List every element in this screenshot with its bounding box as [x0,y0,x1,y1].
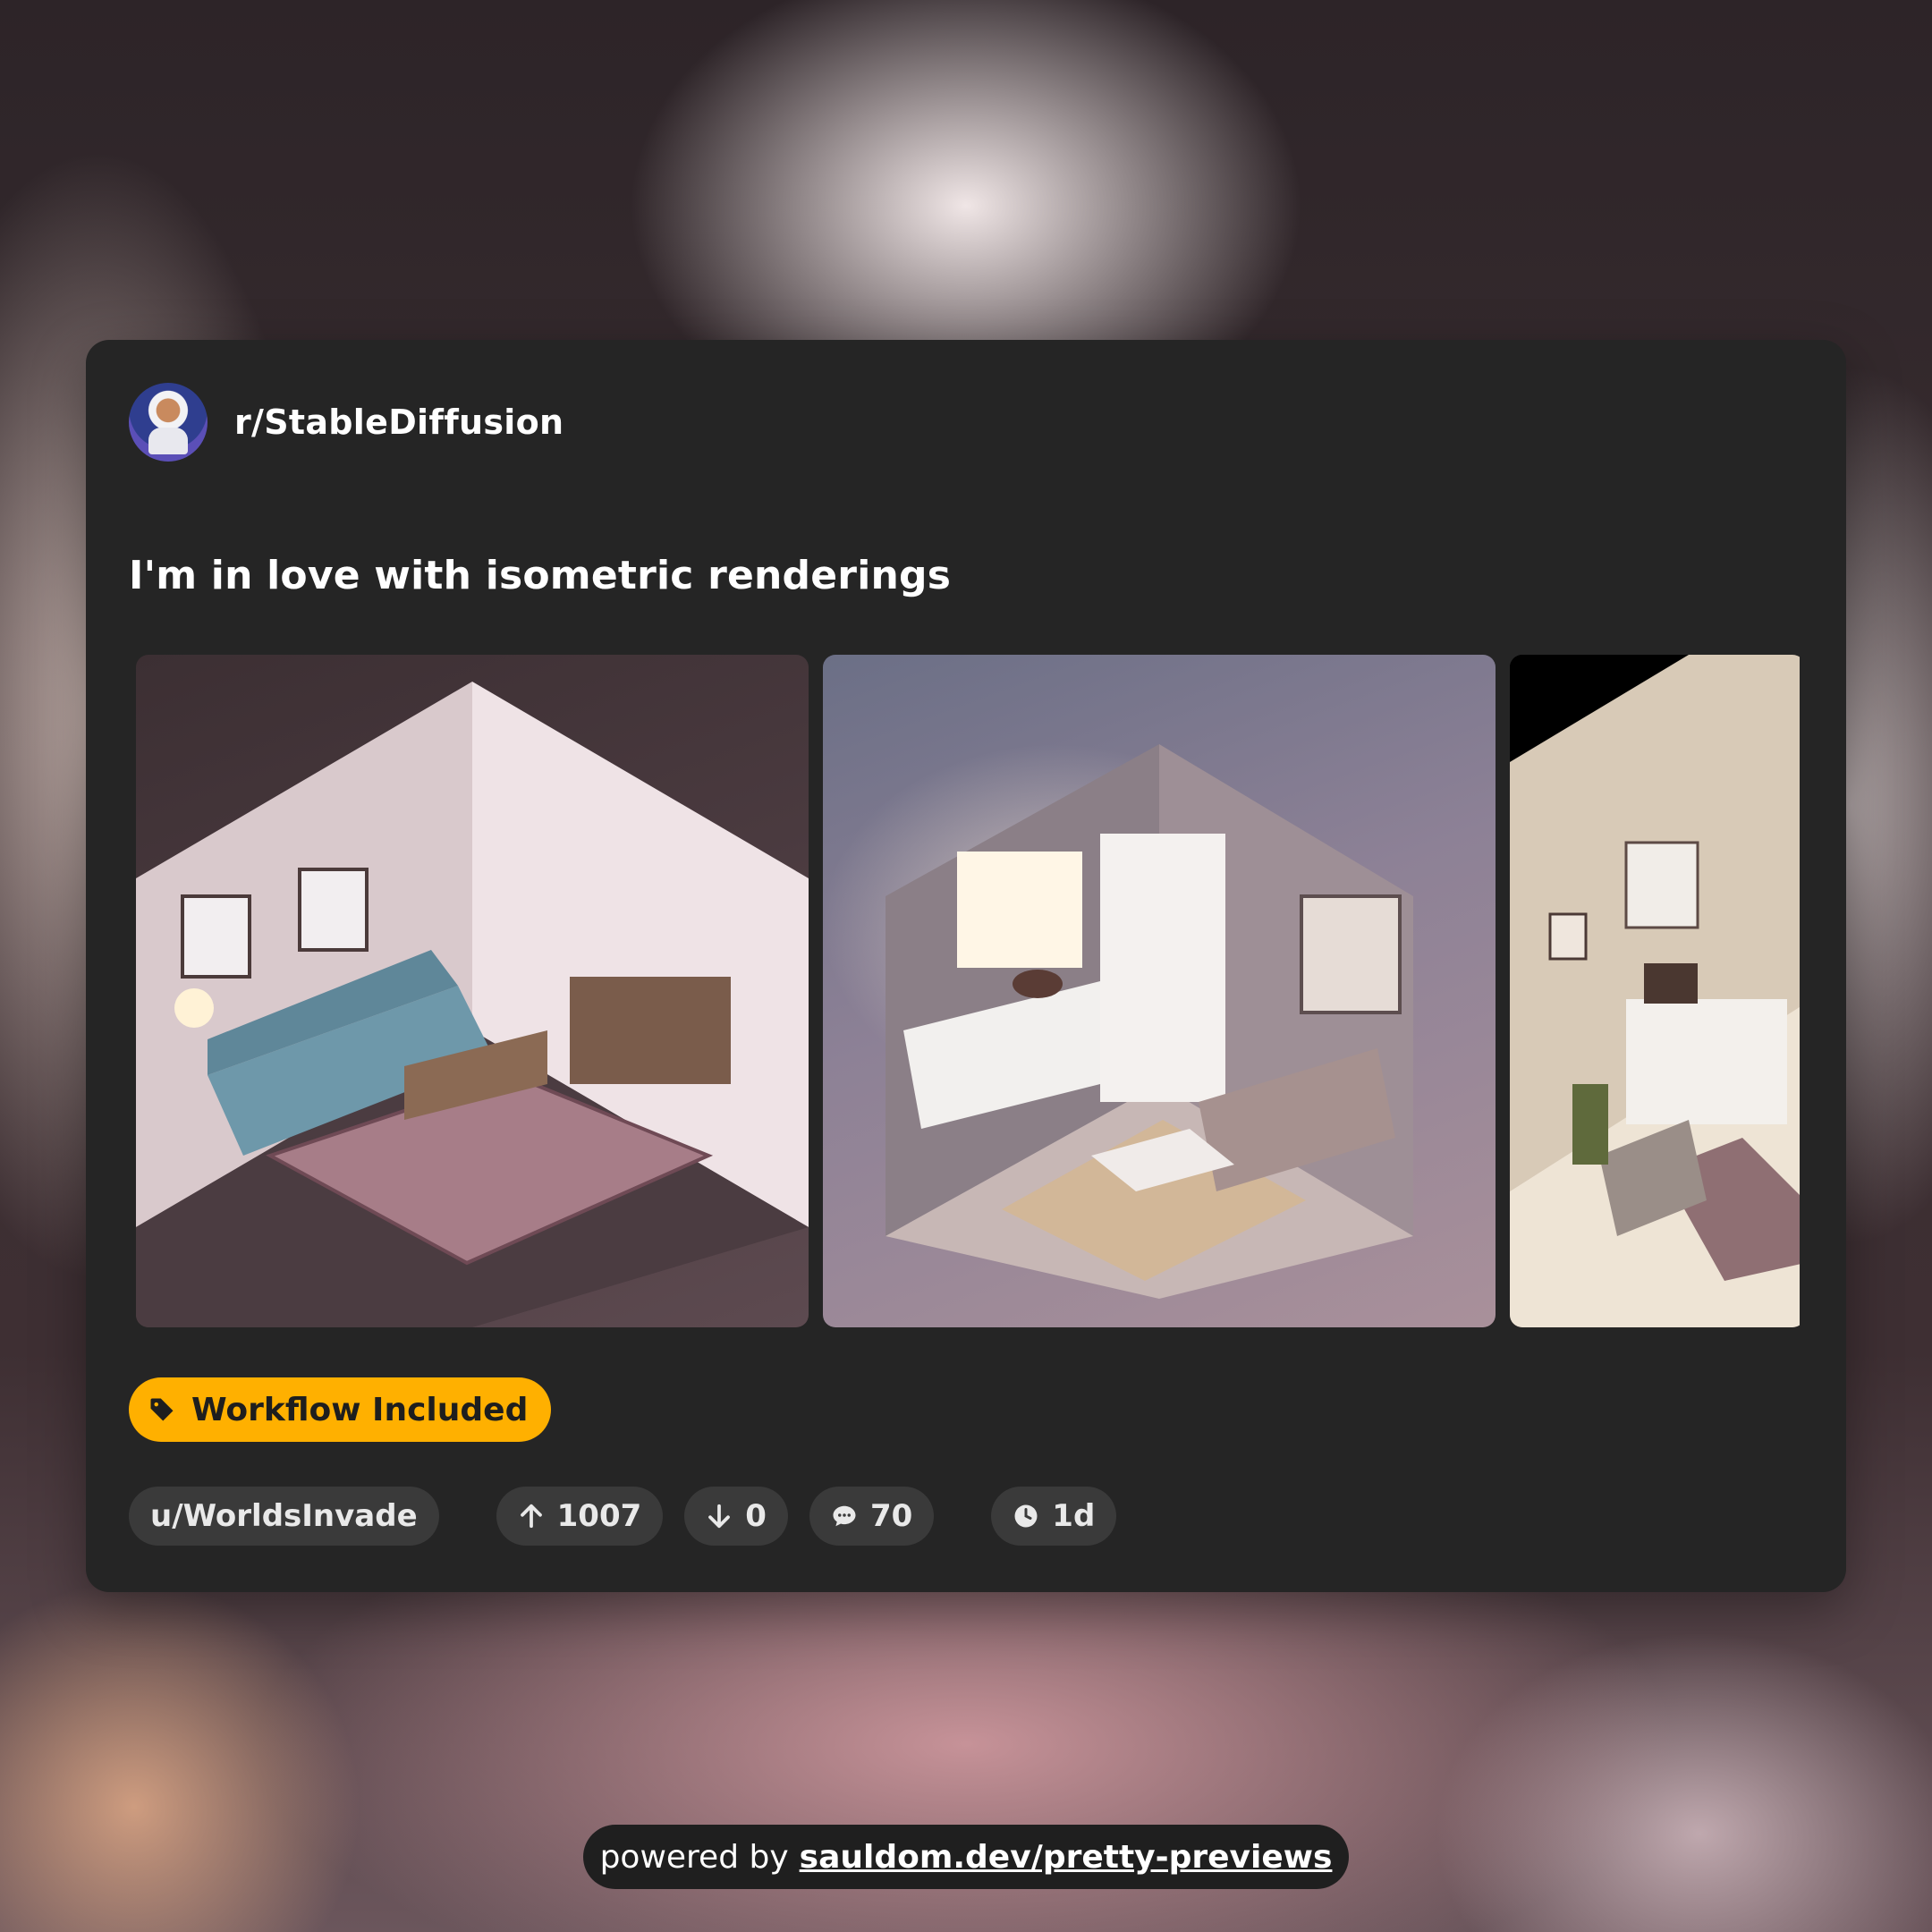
post-preview-card[interactable]: r/StableDiffusion I'm in love with isome… [86,340,1846,1592]
powered-by-link[interactable]: sauldom.dev/pretty-previews [800,1839,1333,1876]
powered-by-badge: powered by sauldom.dev/pretty-previews [583,1825,1349,1889]
avatar-astronaut-icon [148,428,188,454]
tag-icon [150,1398,174,1421]
post-header: r/StableDiffusion [129,383,564,462]
workflow-flair[interactable]: Workflow Included [129,1377,552,1442]
post-title[interactable]: I'm in love with isometric renderings [129,553,951,598]
author-name: u/WorldsInvade [150,1498,418,1534]
flair-label: Workflow Included [191,1391,529,1428]
downvote-pill[interactable]: 0 [684,1487,788,1546]
upvote-pill[interactable]: 1007 [496,1487,664,1546]
subreddit-avatar[interactable] [129,383,208,462]
post-age: 1d [1052,1498,1096,1534]
downvote-count: 0 [745,1498,767,1534]
comments-pill[interactable]: 70 [809,1487,935,1546]
gallery-image-2[interactable] [823,655,1496,1327]
image-gallery[interactable] [136,655,1800,1327]
isometric-kitchen-armchair-image [1510,655,1800,1327]
author-pill[interactable]: u/WorldsInvade [129,1487,439,1546]
arrow-up-icon [520,1504,542,1529]
gallery-image-1[interactable] [136,655,809,1327]
post-meta-bar: u/WorldsInvade 1007 0 70 1d [129,1487,1117,1546]
clock-icon [1014,1504,1038,1528]
chat-bubble-icon [833,1505,856,1527]
upvote-count: 1007 [556,1498,642,1534]
arrow-down-icon [708,1504,731,1529]
isometric-living-room-image [136,682,809,1327]
age-pill: 1d [991,1487,1117,1546]
gallery-image-3[interactable] [1510,655,1800,1327]
isometric-kitchen-living-image [886,744,1413,1299]
subreddit-name[interactable]: r/StableDiffusion [234,402,564,442]
powered-by-text: powered by [599,1838,789,1876]
comment-count: 70 [869,1498,913,1534]
